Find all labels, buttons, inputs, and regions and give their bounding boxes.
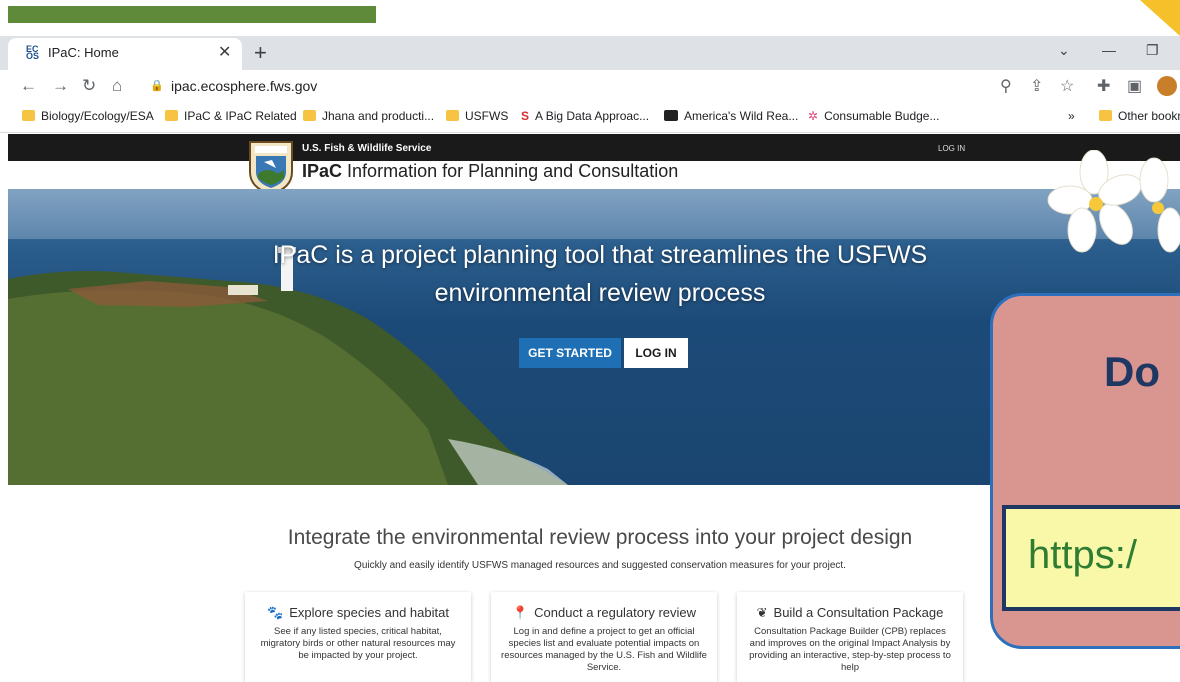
other-bookmarks[interactable]: Other bookm bbox=[1099, 109, 1180, 123]
side-panel-icon[interactable]: ▣ bbox=[1127, 76, 1142, 96]
overlay-url-text: https:/ bbox=[1028, 533, 1137, 577]
plumeria-flowers-image bbox=[1047, 150, 1180, 253]
tab-title: IPaC: Home bbox=[48, 45, 119, 60]
s-logo-icon: S bbox=[521, 109, 530, 123]
folder-icon bbox=[303, 110, 316, 121]
back-icon[interactable]: ← bbox=[20, 76, 37, 96]
agency-bar bbox=[8, 134, 1180, 161]
get-started-button[interactable]: GET STARTED bbox=[519, 338, 621, 368]
zoom-icon[interactable]: ⚲ bbox=[1000, 76, 1012, 96]
bookmark-item[interactable]: SA Big Data Approac... bbox=[521, 109, 649, 123]
more-bookmarks-icon[interactable]: » bbox=[1068, 109, 1075, 123]
explore-species-card[interactable]: 🐾 Explore species and habitat See if any … bbox=[245, 592, 471, 682]
minimize-icon[interactable]: — bbox=[1102, 42, 1116, 58]
bookmark-item[interactable]: America's Wild Rea... bbox=[664, 109, 798, 123]
consultation-package-card[interactable]: ❦ Build a Consultation Package Consultati… bbox=[737, 592, 963, 682]
top-green-bar bbox=[8, 6, 376, 23]
login-button[interactable]: LOG IN bbox=[624, 338, 688, 368]
media-icon bbox=[664, 110, 678, 121]
ecos-favicon-icon: EC OS bbox=[26, 44, 40, 61]
overlay-heading: Do bbox=[1104, 348, 1160, 395]
extensions-icon[interactable]: ✚ bbox=[1097, 76, 1110, 96]
bookmark-item[interactable]: Jhana and producti... bbox=[303, 109, 434, 123]
bookmark-item[interactable]: Biology/Ecology/ESA bbox=[22, 109, 154, 123]
lock-icon[interactable]: 🔒 bbox=[150, 79, 164, 92]
bookmark-item[interactable]: IPaC & IPaC Related bbox=[165, 109, 297, 123]
pinwheel-icon: ✲ bbox=[808, 109, 819, 123]
url-text[interactable]: ipac.ecosphere.fws.gov bbox=[171, 78, 317, 94]
map-pin-icon: 📍 bbox=[511, 605, 529, 620]
corner-decoration bbox=[1140, 0, 1180, 36]
paw-icon: 🐾 bbox=[267, 605, 284, 620]
bookmark-star-icon[interactable]: ☆ bbox=[1060, 76, 1074, 96]
leaf-icon: ❦ bbox=[756, 605, 768, 620]
bookmark-item[interactable]: ✲ Consumable Budge... bbox=[808, 109, 939, 123]
chevron-down-icon[interactable]: ⌄ bbox=[1058, 42, 1070, 59]
integrate-heading: Integrate the environmental review proce… bbox=[287, 526, 913, 549]
close-tab-icon[interactable]: ✕ bbox=[218, 42, 231, 62]
new-tab-icon[interactable]: + bbox=[254, 40, 267, 66]
share-icon[interactable]: ⇪ bbox=[1030, 76, 1043, 96]
folder-icon bbox=[446, 110, 459, 121]
bookmark-item[interactable]: USFWS bbox=[446, 109, 508, 123]
folder-icon bbox=[165, 110, 178, 121]
home-icon[interactable]: ⌂ bbox=[112, 76, 122, 96]
regulatory-review-card[interactable]: 📍 Conduct a regulatory review Log in and … bbox=[491, 592, 717, 682]
integrate-subheading: Quickly and easily identify USFWS manage… bbox=[354, 560, 846, 571]
fws-shield-logo-icon[interactable] bbox=[246, 138, 296, 196]
folder-icon bbox=[1099, 110, 1112, 121]
folder-icon bbox=[22, 110, 35, 121]
agency-name[interactable]: U.S. Fish & Wildlife Service bbox=[302, 143, 431, 154]
site-title[interactable]: IPaC Information for Planning and Consul… bbox=[302, 161, 678, 182]
profile-avatar[interactable] bbox=[1157, 76, 1177, 96]
hero-headline: IPaC is a project planning tool that str… bbox=[272, 241, 928, 307]
reload-icon[interactable]: ↻ bbox=[82, 76, 96, 96]
header-login-link[interactable]: LOG IN bbox=[938, 144, 965, 153]
browser-tab[interactable] bbox=[8, 38, 242, 70]
restore-icon[interactable]: ❐ bbox=[1146, 42, 1159, 59]
forward-icon[interactable]: → bbox=[52, 76, 69, 96]
